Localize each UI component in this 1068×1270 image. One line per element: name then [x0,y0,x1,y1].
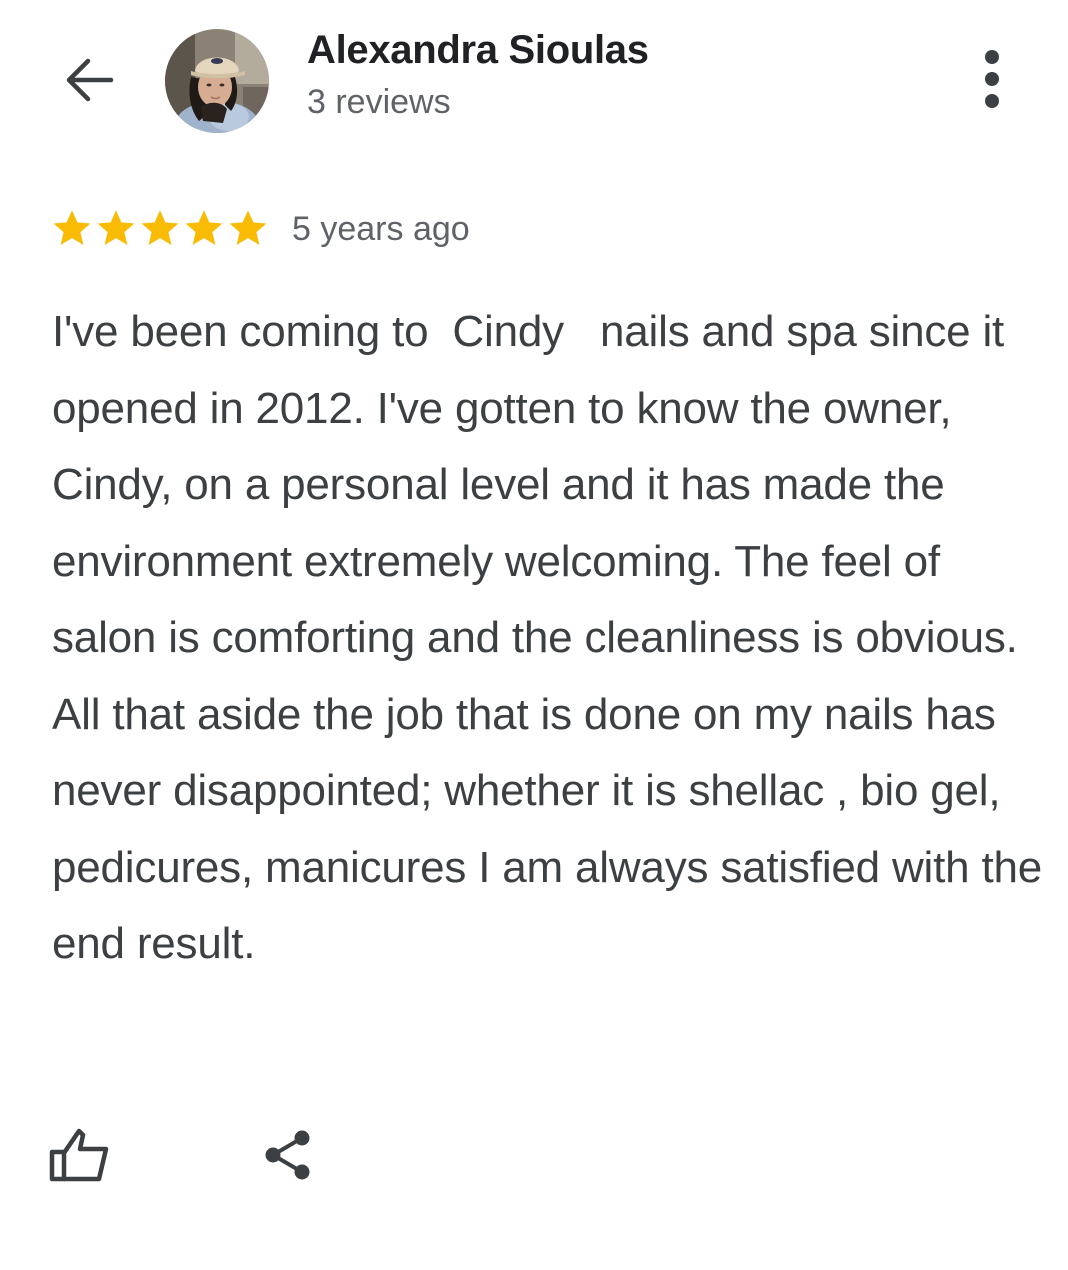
more-vertical-icon [985,50,999,108]
like-button[interactable] [46,1120,116,1190]
share-icon [265,1130,310,1180]
user-name[interactable]: Alexandra Sioulas [307,28,649,73]
star-icon [53,210,91,245]
arrow-back-icon [66,58,114,102]
star-icon [185,210,223,245]
rating-row: 5 years ago [50,204,470,254]
share-button[interactable] [252,1120,322,1190]
thumbs-up-icon [49,1128,109,1182]
star-icon [141,210,179,245]
star-icon [97,210,135,245]
more-options-button[interactable] [966,46,1018,112]
star-icon [229,210,267,245]
review-count: 3 reviews [307,83,451,121]
review-text: I've been coming to Cindy nails and spa … [52,307,1055,968]
back-button[interactable] [56,52,120,108]
review-date: 5 years ago [292,209,470,248]
profile-photo [165,29,269,133]
avatar[interactable] [165,29,269,133]
star-rating [50,207,270,251]
